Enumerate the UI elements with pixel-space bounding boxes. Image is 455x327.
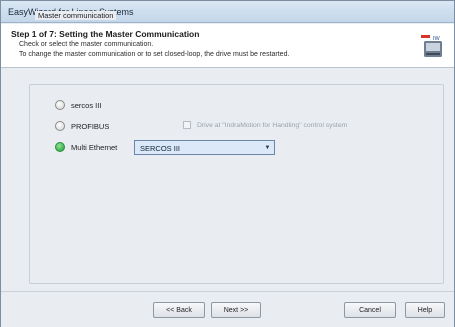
cancel-button[interactable]: Cancel (344, 302, 396, 318)
radio-sercos[interactable]: sercos III (55, 98, 101, 112)
back-button[interactable]: << Back (153, 302, 205, 318)
checkbox-label: Drive at "IndraMotion for Handling" cont… (197, 121, 348, 129)
group-legend: Master communication (35, 11, 117, 20)
checkbox-box[interactable] (183, 121, 191, 129)
radio-profibus[interactable]: PROFIBUS (55, 119, 109, 133)
radio-label: Multi Ethernet (71, 142, 118, 152)
radio-label: sercos III (71, 100, 102, 110)
radio-label: PROFIBUS (71, 121, 110, 131)
radio-button[interactable] (55, 121, 65, 131)
step-note: To change the master communication or to… (19, 51, 290, 58)
chevron-down-icon[interactable]: ▼ (261, 141, 274, 154)
wizard-footer: << Back Next >> Cancel Help (1, 291, 454, 327)
wizard-window: EasyWizard for Linear Systems Step 1 of … (0, 0, 455, 327)
radio-button[interactable] (55, 142, 65, 152)
indramotion-checkbox[interactable]: Drive at "IndraMotion for Handling" cont… (183, 121, 347, 129)
drive-device-icon: IW (421, 35, 442, 57)
master-communication-group (29, 84, 444, 284)
radio-button[interactable] (55, 100, 65, 110)
radio-multi-ethernet[interactable]: Multi Ethernet (55, 140, 117, 154)
svg-text:IW: IW (433, 36, 441, 42)
select-value: SERCOS III (140, 144, 181, 153)
step-instruction: Check or select the master communication… (19, 41, 154, 48)
help-button[interactable]: Help (405, 302, 445, 318)
next-button[interactable]: Next >> (211, 302, 261, 318)
ethernet-protocol-select[interactable]: SERCOS III ▼ (134, 140, 275, 155)
step-header: Step 1 of 7: Setting the Master Communic… (1, 24, 454, 68)
step-title: Step 1 of 7: Setting the Master Communic… (11, 29, 200, 39)
